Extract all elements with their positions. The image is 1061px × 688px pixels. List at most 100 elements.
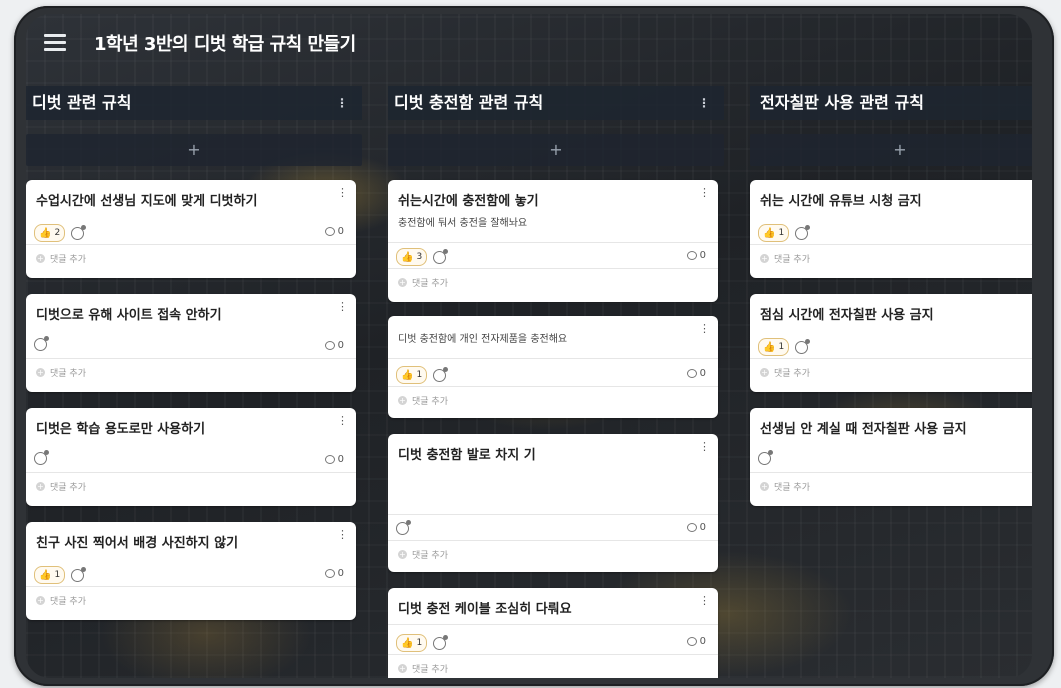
card-title: 디벗으로 유해 사이트 접속 안하기	[36, 308, 222, 323]
comment-count: 0	[686, 250, 706, 261]
add-comment-icon: +	[760, 482, 769, 491]
card-menu-icon[interactable]: ⋮	[699, 440, 710, 453]
comment-count: 0	[686, 636, 706, 647]
add-comment[interactable]: + 댓글 추가	[36, 366, 86, 379]
card-divider	[388, 654, 718, 655]
comment-count: 0	[686, 522, 706, 533]
column-header: 디벗 관련 규칙 ⋮	[26, 86, 362, 120]
card[interactable]: 점심 시간에 전자칠판 사용 금지 👍 1 + 댓글 추가	[750, 294, 1032, 392]
add-card-button[interactable]: +	[388, 134, 724, 166]
card[interactable]: 친구 사진 찍어서 배경 사진하지 않기 ⋮ 👍 1 0 + 댓글 추가	[26, 522, 356, 620]
column-title: 전자칠판 사용 관련 규칙	[760, 93, 924, 112]
card-divider	[750, 472, 1032, 473]
card-reactions: 👍 1	[758, 224, 811, 242]
card-title: 선생님 안 계실 때 전자칠판 사용 금지	[760, 422, 967, 437]
add-reaction-icon[interactable]	[795, 224, 811, 240]
comment-icon	[324, 569, 335, 578]
card-menu-icon[interactable]: ⋮	[337, 300, 348, 313]
comment-count: 0	[324, 568, 344, 579]
add-comment-icon: +	[36, 482, 45, 491]
add-comment[interactable]: + 댓글 추가	[398, 394, 448, 407]
card[interactable]: 수업시간에 선생님 지도에 맞게 디벗하기 ⋮ 👍 2 0 + 댓글 추가	[26, 180, 356, 278]
column-title: 디벗 관련 규칙	[32, 93, 132, 112]
add-reaction-icon[interactable]	[433, 248, 449, 264]
card-menu-icon[interactable]: ⋮	[337, 528, 348, 541]
card-divider	[26, 472, 356, 473]
add-reaction-icon[interactable]	[396, 520, 411, 535]
add-comment[interactable]: + 댓글 추가	[760, 366, 810, 379]
add-reaction-icon[interactable]	[34, 336, 49, 351]
like-button[interactable]: 👍 1	[34, 566, 66, 584]
like-button[interactable]: 👍 1	[758, 224, 790, 242]
card[interactable]: 선생님 안 계실 때 전자칠판 사용 금지 + 댓글 추가	[750, 408, 1032, 506]
card-menu-icon[interactable]: ⋮	[699, 322, 710, 335]
add-reaction-icon[interactable]	[758, 450, 773, 465]
card-divider	[388, 242, 718, 243]
thumbs-up-icon: 👍	[401, 251, 414, 263]
add-reaction-icon[interactable]	[71, 224, 87, 240]
add-card-button[interactable]: +	[750, 134, 1032, 166]
card-reactions: 👍 1	[396, 366, 449, 384]
comment-count: 0	[686, 368, 706, 379]
card[interactable]: 쉬는시간에 충전함에 놓기 ⋮ 충전함에 둬서 충전을 잘해놔요 👍 3 0 + 댓…	[388, 180, 718, 302]
card[interactable]: 디벗 충전 케이블 조심히 다뤄요 ⋮ 👍 1 0 + 댓글 추가	[388, 588, 718, 678]
add-comment[interactable]: + 댓글 추가	[36, 594, 86, 607]
card[interactable]: 디벗 충전함에 개인 전자제품을 충전해요 ⋮ 👍 1 0 + 댓글 추가	[388, 316, 718, 418]
add-comment[interactable]: + 댓글 추가	[398, 548, 448, 561]
add-comment-icon: +	[398, 396, 407, 405]
thumbs-up-icon: 👍	[763, 227, 776, 239]
card-divider	[750, 244, 1032, 245]
column-title: 디벗 충전함 관련 규칙	[394, 93, 544, 112]
add-comment[interactable]: + 댓글 추가	[36, 480, 86, 493]
card-body: 디벗 충전함에 개인 전자제품을 충전해요	[398, 334, 568, 345]
card-menu-icon[interactable]: ⋮	[337, 186, 348, 199]
card-title: 디벗은 학습 용도로만 사용하기	[36, 422, 206, 437]
like-button[interactable]: 👍 3	[396, 248, 428, 266]
board-menu-icon[interactable]	[44, 34, 66, 51]
card[interactable]: 디벗 충전함 발로 차지 기 ⋮ 0 + 댓글 추가	[388, 434, 718, 572]
card-divider	[388, 624, 718, 625]
add-comment[interactable]: + 댓글 추가	[398, 276, 448, 289]
thumbs-up-icon: 👍	[401, 637, 414, 649]
comment-icon	[324, 455, 335, 464]
like-button[interactable]: 👍 1	[396, 634, 428, 652]
card-menu-icon[interactable]: ⋮	[337, 414, 348, 427]
add-reaction-icon[interactable]	[433, 366, 449, 382]
add-comment-icon: +	[760, 368, 769, 377]
add-comment[interactable]: + 댓글 추가	[36, 252, 86, 265]
card-menu-icon[interactable]: ⋮	[699, 594, 710, 607]
card-title: 점심 시간에 전자칠판 사용 금지	[760, 308, 934, 323]
card-divider	[388, 540, 718, 541]
like-button[interactable]: 👍 2	[34, 224, 66, 242]
card-divider	[26, 244, 356, 245]
card-reactions: 👍 1	[758, 338, 811, 356]
thumbs-up-icon: 👍	[39, 227, 52, 239]
add-reaction-icon[interactable]	[71, 566, 87, 582]
add-comment-icon: +	[36, 254, 45, 263]
card[interactable]: 디벗으로 유해 사이트 접속 안하기 ⋮ 0 + 댓글 추가	[26, 294, 356, 392]
add-reaction-icon[interactable]	[795, 338, 811, 354]
like-button[interactable]: 👍 1	[758, 338, 790, 356]
add-reaction-icon[interactable]	[34, 450, 49, 465]
card-divider	[388, 386, 718, 387]
thumbs-up-icon: 👍	[763, 341, 776, 353]
add-comment[interactable]: + 댓글 추가	[398, 662, 448, 675]
tablet-frame: 1학년 3반의 디벗 학급 규칙 만들기 디벗 관련 규칙 ⋮ + 수업시간에 …	[14, 6, 1054, 686]
comment-icon	[686, 523, 697, 532]
card-menu-icon[interactable]: ⋮	[699, 186, 710, 199]
add-comment-icon: +	[36, 596, 45, 605]
like-button[interactable]: 👍 1	[396, 366, 428, 384]
column-header: 전자칠판 사용 관련 규칙	[750, 86, 1032, 120]
add-card-button[interactable]: +	[26, 134, 362, 166]
card-title: 디벗 충전 케이블 조심히 다뤄요	[398, 602, 572, 617]
add-comment[interactable]: + 댓글 추가	[760, 480, 810, 493]
add-reaction-icon[interactable]	[433, 634, 449, 650]
column-menu-icon[interactable]: ⋮	[336, 86, 348, 120]
add-comment[interactable]: + 댓글 추가	[760, 252, 810, 265]
card-title: 디벗 충전함 발로 차지 기	[398, 448, 536, 463]
column-dibut-rules: 디벗 관련 규칙 ⋮ + 수업시간에 선생님 지도에 맞게 디벗하기 ⋮ 👍 2 …	[26, 86, 362, 620]
column-menu-icon[interactable]: ⋮	[698, 86, 710, 120]
card[interactable]: 디벗은 학습 용도로만 사용하기 ⋮ 0 + 댓글 추가	[26, 408, 356, 506]
card[interactable]: 쉬는 시간에 유튜브 시청 금지 👍 1 + 댓글 추가	[750, 180, 1032, 278]
like-count: 2	[54, 228, 61, 238]
